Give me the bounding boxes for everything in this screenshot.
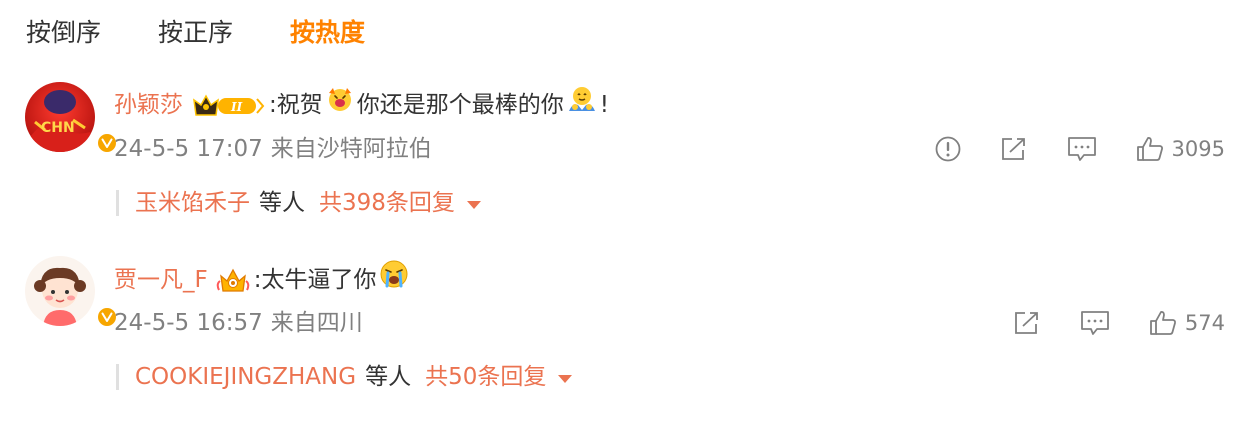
avatar[interactable]	[25, 256, 118, 328]
like-button[interactable]: 574	[1149, 310, 1225, 336]
comment-button[interactable]	[1080, 310, 1110, 336]
comment-item: CHN 孙颖莎 II :祝贺 你还是那个最棒的你 ! 24-5-5 17:07 …	[0, 82, 1235, 232]
avatar[interactable]: CHN	[25, 82, 118, 154]
reply-summary: 玉米馅禾子 等人 共398条回复	[116, 186, 481, 220]
reply-divider	[116, 190, 119, 216]
comment-icon	[1067, 137, 1096, 161]
thumbs-up-icon	[1136, 137, 1163, 161]
report-button[interactable]	[935, 136, 961, 162]
comment-meta: 24-5-5 16:57 来自四川	[114, 306, 363, 340]
username[interactable]: 孙颖莎	[114, 87, 183, 123]
tab-sort-reverse[interactable]: 按倒序	[26, 16, 101, 50]
timestamp: 24-5-5 16:57	[114, 310, 263, 336]
comment-button[interactable]	[1067, 136, 1097, 162]
comment-actions: 574	[1013, 306, 1225, 340]
report-icon	[935, 136, 960, 162]
reply-divider	[116, 364, 119, 390]
expand-caret-icon[interactable]	[466, 200, 481, 209]
comment-header: 孙颖莎 II :祝贺 你还是那个最棒的你 !	[114, 85, 609, 124]
reply-summary: COOKIEJINGZHANG 等人 共50条回复	[116, 360, 573, 394]
crying-face-emoji-icon	[379, 259, 409, 300]
reply-username[interactable]: COOKIEJINGZHANG	[135, 360, 356, 394]
like-count: 574	[1184, 311, 1225, 335]
cheering-face-emoji-icon	[326, 85, 354, 124]
comment-item: 贾一凡_F :太牛逼了你 24-5-5 16:57 来自四川 574 COOKI…	[0, 256, 1235, 406]
sort-tabs: 按倒序 按正序 按热度	[26, 16, 365, 50]
reply-etc-label: 等人	[259, 190, 305, 216]
expand-caret-icon[interactable]	[558, 374, 573, 383]
comment-text: :太牛逼了你	[253, 266, 377, 293]
location: 来自沙特阿拉伯	[270, 136, 432, 162]
comment-text: !	[599, 91, 609, 118]
avatar-image: CHN	[25, 82, 95, 152]
svg-text:CHN: CHN	[41, 120, 75, 136]
like-button[interactable]: 3095	[1136, 136, 1225, 162]
username[interactable]: 贾一凡_F	[114, 262, 208, 298]
comment-text: :祝贺	[269, 91, 323, 118]
hug-emoji-icon	[567, 85, 597, 124]
timestamp: 24-5-5 17:07	[114, 136, 263, 162]
share-button[interactable]	[1000, 136, 1028, 162]
like-count: 3095	[1171, 137, 1225, 161]
comment-meta: 24-5-5 17:07 来自沙特阿拉伯	[114, 132, 432, 166]
comment-text: 你还是那个最棒的你	[356, 91, 564, 118]
crown-fan-badge-icon[interactable]	[216, 266, 250, 294]
share-icon	[1015, 312, 1038, 334]
comment-actions: 3095	[935, 132, 1225, 166]
share-button[interactable]	[1013, 310, 1041, 336]
thumbs-up-icon	[1150, 311, 1176, 335]
tab-sort-hot[interactable]: 按热度	[290, 16, 365, 50]
share-icon	[1001, 138, 1025, 160]
reply-count-link[interactable]: 共398条回复	[319, 186, 455, 220]
reply-username[interactable]: 玉米馅禾子	[135, 186, 250, 220]
crown-level-badge-icon[interactable]: II	[191, 91, 265, 119]
svg-text:II: II	[230, 100, 243, 114]
reply-etc-label: 等人	[365, 364, 412, 390]
comment-icon	[1081, 311, 1109, 335]
tab-sort-forward[interactable]: 按正序	[158, 16, 233, 50]
reply-count-link[interactable]: 共50条回复	[425, 360, 546, 394]
comment-header: 贾一凡_F :太牛逼了你	[114, 259, 412, 300]
location: 来自四川	[270, 310, 363, 336]
avatar-image	[25, 256, 95, 326]
